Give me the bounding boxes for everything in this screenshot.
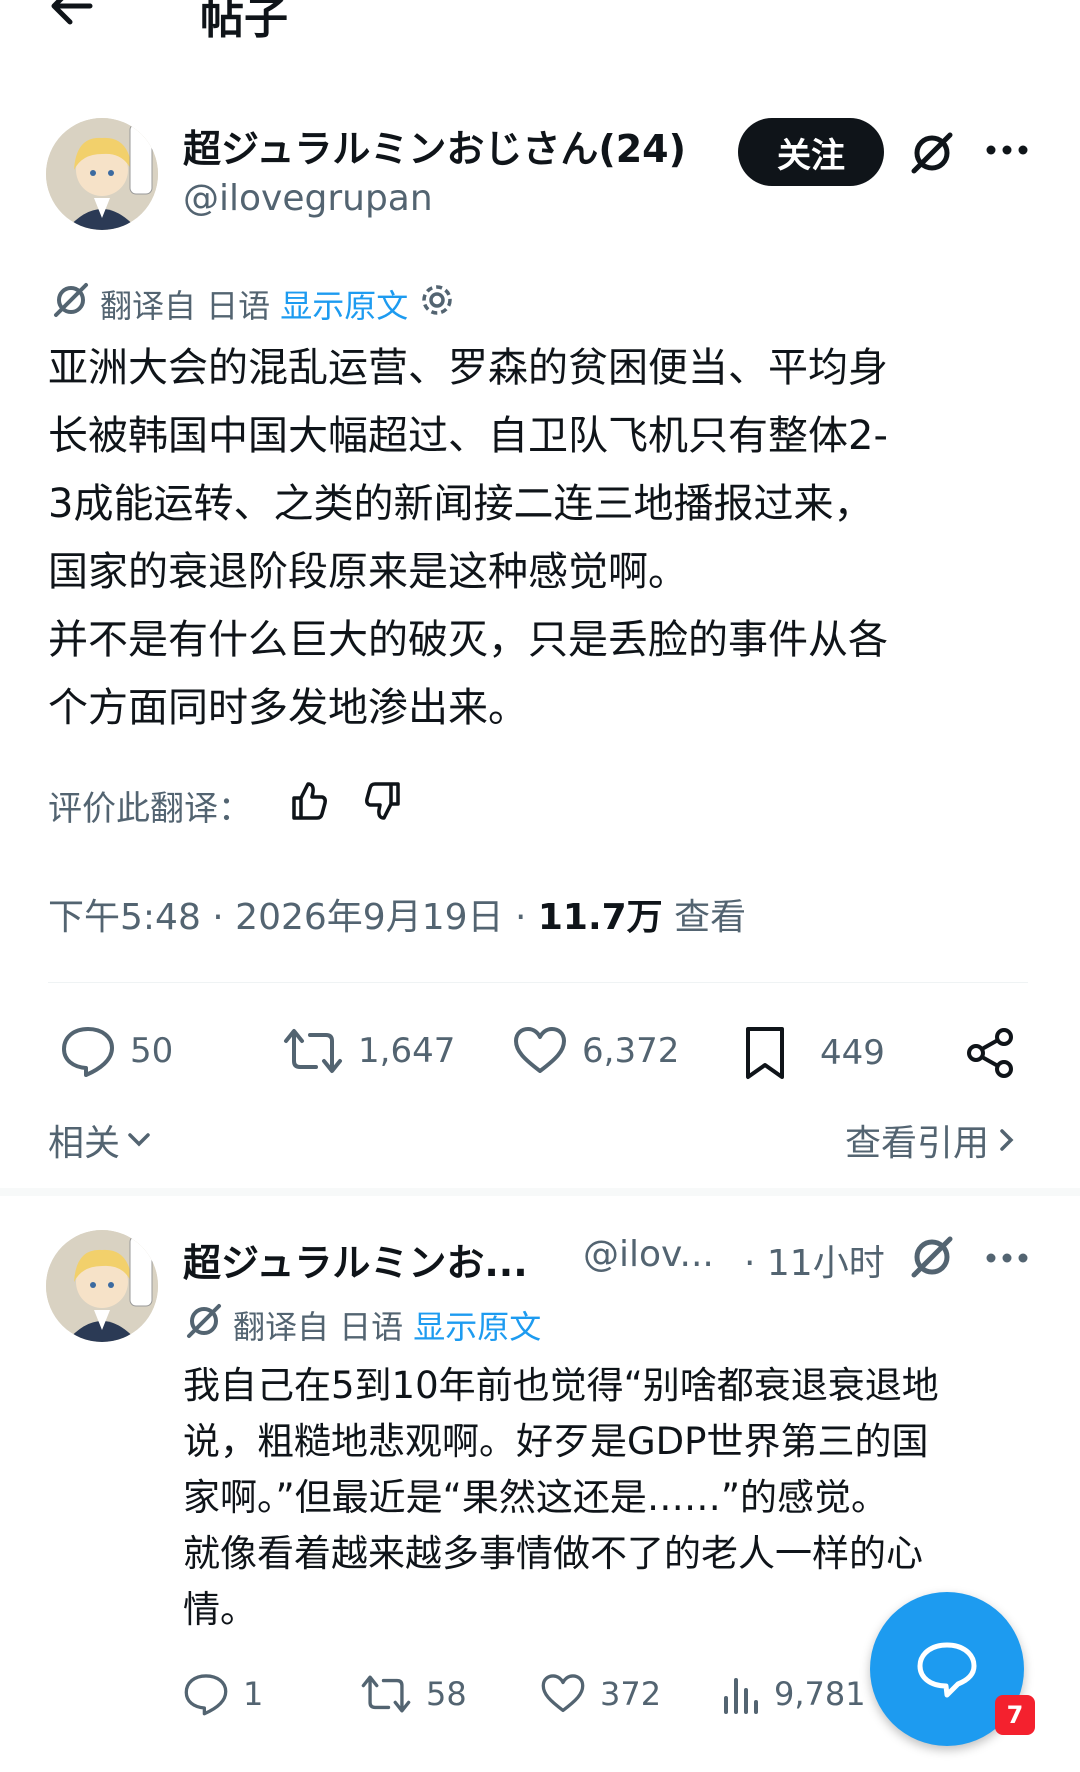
heart-icon — [514, 1027, 566, 1073]
reply-reply-button[interactable]: 1 — [183, 1672, 263, 1716]
more-options-icon[interactable] — [982, 1238, 1032, 1278]
views-label: 查看 — [662, 897, 747, 938]
reply-button[interactable]: 50 — [60, 1025, 173, 1077]
chat-bubble-icon — [917, 1642, 977, 1698]
translation-info: 翻译自 日语 显示原文 — [52, 281, 456, 327]
divider — [48, 982, 1028, 983]
reply-like-count: 372 — [600, 1675, 662, 1713]
grok-icon[interactable] — [906, 1232, 958, 1282]
section-separator — [0, 1188, 1080, 1196]
chevron-right-icon — [1000, 1129, 1014, 1151]
reply-icon — [184, 1674, 228, 1716]
translated-from-label: 翻译自 日语 — [233, 1308, 404, 1346]
show-original-link[interactable]: 显示原文 — [413, 1302, 541, 1348]
arrow-left-icon[interactable] — [48, 0, 94, 34]
heart-icon — [541, 1674, 585, 1713]
chevron-down-icon — [128, 1133, 150, 1147]
reply-author-name[interactable]: 超ジュラルミンお... — [183, 1232, 528, 1287]
reply-text: 我自己在5到10年前也觉得“别啥都衰退衰退地 说，粗糙地悲观啊。好歹是GDP世界… — [183, 1364, 939, 1631]
reply-count: 50 — [130, 1031, 174, 1071]
reply-icon — [62, 1027, 114, 1077]
post-time[interactable]: 下午5:48 · 2026年9月19日 · — [48, 897, 538, 938]
reply-author-handle[interactable]: @ilov... — [583, 1234, 714, 1275]
view-quotes-link[interactable]: 查看引用 — [845, 1114, 1019, 1166]
like-count: 6,372 — [582, 1031, 680, 1071]
views-count: 11.7万 — [537, 897, 663, 938]
related-label: 相关 — [48, 1123, 121, 1164]
thumbs-down-icon[interactable] — [362, 780, 404, 831]
top-bar: 帖子 — [0, 0, 1080, 60]
thumbs-up-icon[interactable] — [288, 780, 330, 831]
related-dropdown[interactable]: 相关 — [48, 1114, 154, 1166]
repost-count: 1,647 — [358, 1031, 456, 1071]
repost-icon — [284, 1029, 342, 1073]
share-icon[interactable] — [960, 1025, 1020, 1081]
reply-avatar[interactable] — [46, 1230, 158, 1342]
repost-icon — [361, 1675, 411, 1713]
author-handle[interactable]: @ilovegrupan — [183, 178, 433, 219]
notification-badge: 7 — [995, 1695, 1035, 1735]
repost-button[interactable]: 1,647 — [282, 1025, 455, 1077]
settings-gear-icon[interactable] — [418, 281, 456, 327]
post-timestamp-row: 下午5:48 · 2026年9月19日 · 11.7万 查看 — [48, 888, 746, 940]
rate-translation-label: 评价此翻译： — [48, 789, 252, 829]
page-title: 帖子 — [200, 0, 288, 44]
reply-like-button[interactable]: 372 — [540, 1672, 661, 1716]
reply-views-count: 9,781 — [774, 1675, 866, 1713]
reply-translation-info: 翻译自 日语 显示原文 — [185, 1302, 541, 1348]
author-name[interactable]: 超ジュラルミンおじさん(24) — [183, 118, 686, 173]
bookmark-icon — [746, 1027, 784, 1079]
reply-time[interactable]: · 11小时 — [744, 1234, 885, 1286]
like-button[interactable]: 6,372 — [512, 1025, 679, 1077]
more-options-icon[interactable] — [982, 130, 1032, 170]
follow-button[interactable]: 关注 — [738, 118, 884, 186]
analytics-icon — [724, 1678, 758, 1714]
grok-icon — [185, 1302, 223, 1348]
reply-views-button[interactable]: 9,781 — [720, 1672, 866, 1716]
reply-reply-count: 1 — [243, 1675, 264, 1713]
bookmark-button[interactable]: 449 — [742, 1025, 885, 1081]
view-quotes-label: 查看引用 — [845, 1123, 990, 1164]
post-text: 亚洲大会的混乱运营、罗森的贫困便当、平均身 长被韩国中国大幅超过、自卫队飞机只有… — [48, 345, 888, 731]
grok-icon — [52, 281, 90, 327]
reply-repost-button[interactable]: 58 — [360, 1672, 467, 1716]
bookmark-count: 449 — [820, 1033, 885, 1073]
reply-repost-count: 58 — [426, 1675, 467, 1713]
translated-from-label: 翻译自 日语 — [100, 287, 271, 325]
grok-icon[interactable] — [906, 128, 958, 178]
rate-translation: 评价此翻译： — [48, 780, 404, 831]
avatar[interactable] — [46, 118, 158, 230]
show-original-link[interactable]: 显示原文 — [280, 281, 408, 327]
